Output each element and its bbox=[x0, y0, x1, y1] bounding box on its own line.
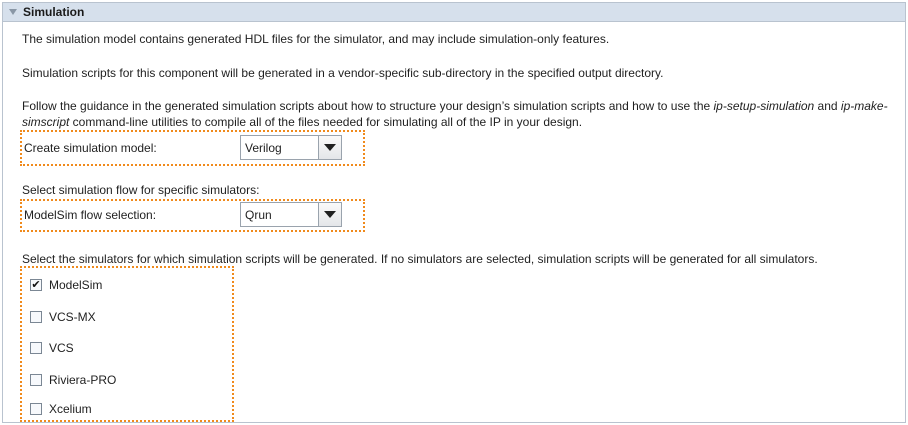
collapse-triangle-icon[interactable] bbox=[9, 9, 17, 15]
simulator-option-modelsim[interactable]: ✔ ModelSim bbox=[30, 278, 102, 292]
checkbox-vcs-mx[interactable] bbox=[30, 311, 42, 323]
section-title: Simulation bbox=[23, 5, 85, 19]
simulator-label: Xcelium bbox=[49, 402, 92, 416]
ip-setup-simulation-term: ip-setup-simulation bbox=[713, 99, 815, 113]
model-label: Create simulation model: bbox=[24, 140, 157, 155]
model-select-value: Verilog bbox=[241, 136, 319, 159]
simulator-label: VCS-MX bbox=[49, 310, 96, 324]
simulator-option-riviera-pro[interactable]: Riviera-PRO bbox=[30, 373, 116, 387]
checkbox-riviera-pro[interactable] bbox=[30, 374, 42, 386]
simulator-label: ModelSim bbox=[49, 278, 103, 292]
flow-dropdown-button[interactable] bbox=[319, 203, 341, 226]
simulator-option-vcs-mx[interactable]: VCS-MX bbox=[30, 310, 96, 324]
simulator-label: Riviera-PRO bbox=[49, 373, 117, 387]
checkbox-vcs[interactable] bbox=[30, 342, 42, 354]
checkmark-icon: ✔ bbox=[31, 278, 41, 291]
description-scripts: Simulation scripts for this component wi… bbox=[22, 66, 664, 80]
flow-select[interactable]: Qrun bbox=[240, 202, 342, 227]
flow-select-value: Qrun bbox=[241, 203, 319, 226]
chevron-down-icon bbox=[324, 144, 336, 151]
simulator-option-xcelium[interactable]: Xcelium bbox=[30, 402, 92, 416]
model-row: Create simulation model: Verilog bbox=[24, 135, 342, 160]
model-select[interactable]: Verilog bbox=[240, 135, 342, 160]
simulator-label: VCS bbox=[49, 341, 74, 355]
checkbox-modelsim[interactable]: ✔ bbox=[30, 279, 42, 291]
description-model: The simulation model contains generated … bbox=[22, 32, 610, 46]
description-guidance: Follow the guidance in the generated sim… bbox=[22, 99, 888, 129]
simulator-option-vcs[interactable]: VCS bbox=[30, 341, 74, 355]
model-dropdown-button[interactable] bbox=[319, 136, 341, 159]
flow-label: ModelSim flow selection: bbox=[24, 207, 157, 222]
flow-row: ModelSim flow selection: Qrun bbox=[24, 202, 342, 227]
chevron-down-icon bbox=[324, 211, 336, 218]
checkbox-xcelium[interactable] bbox=[30, 403, 42, 415]
section-header-simulation[interactable]: Simulation bbox=[3, 3, 905, 22]
flow-heading: Select simulation flow for specific simu… bbox=[22, 183, 260, 197]
simulators-heading: Select the simulators for which simulati… bbox=[22, 252, 818, 266]
